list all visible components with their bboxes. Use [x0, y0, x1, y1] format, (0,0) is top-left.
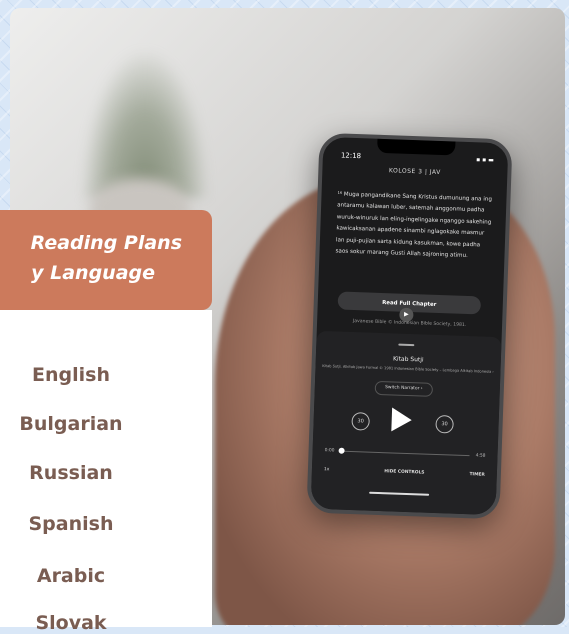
banner-title-line2: y Language [31, 262, 155, 284]
time-start: 0:00 [324, 448, 335, 454]
chapter-title[interactable]: KOLOSE 3 | JAV [322, 165, 507, 178]
skip-back-icon[interactable]: 30 [351, 412, 370, 431]
skip-forward-icon[interactable]: 30 [435, 414, 454, 434]
language-item-spanish[interactable]: Spanish [0, 513, 142, 535]
language-item-english[interactable]: English [0, 364, 142, 386]
language-item-bulgarian[interactable]: Bulgarian [0, 413, 142, 435]
status-time: 12:18 [340, 151, 362, 161]
progress-knob[interactable] [338, 447, 345, 454]
plant-image [80, 48, 210, 198]
audio-player: Kitab Sutji Kitab Sutji, Alkitab Jawa Fo… [310, 330, 502, 516]
status-icons: ▪ ▪ ▬ [476, 156, 494, 164]
book-info[interactable]: Kitab Sutji, Alkitab Jawa Formal © 1981 … [321, 364, 494, 374]
language-item-arabic[interactable]: Arabic [0, 565, 142, 587]
collapse-handle-icon[interactable] [398, 343, 415, 347]
timer-button[interactable]: TIMER [469, 472, 485, 478]
home-indicator [369, 491, 430, 496]
language-item-slovak[interactable]: Slovak [0, 612, 142, 634]
phone-notch [377, 138, 456, 156]
language-item-russian[interactable]: Russian [0, 462, 142, 484]
play-icon[interactable] [391, 407, 413, 433]
banner-title-line1: Reading Plans [30, 232, 182, 254]
progress-track[interactable] [340, 450, 470, 457]
verse-text: ¹⁶ Muga pangandikane Sang Kristus dumunu… [335, 191, 493, 260]
time-end: 4:58 [475, 453, 486, 459]
phone-mockup: 12:18 ▪ ▪ ▬ KOLOSE 3 | JAV ¹⁶ Muga panga… [306, 132, 513, 520]
language-list: English Bulgarian Russian Spanish Arabic… [0, 310, 212, 634]
reading-plans-banner: Reading Plans y Language [0, 210, 212, 310]
switch-narrator-button[interactable]: Switch Narrator › [374, 380, 434, 397]
